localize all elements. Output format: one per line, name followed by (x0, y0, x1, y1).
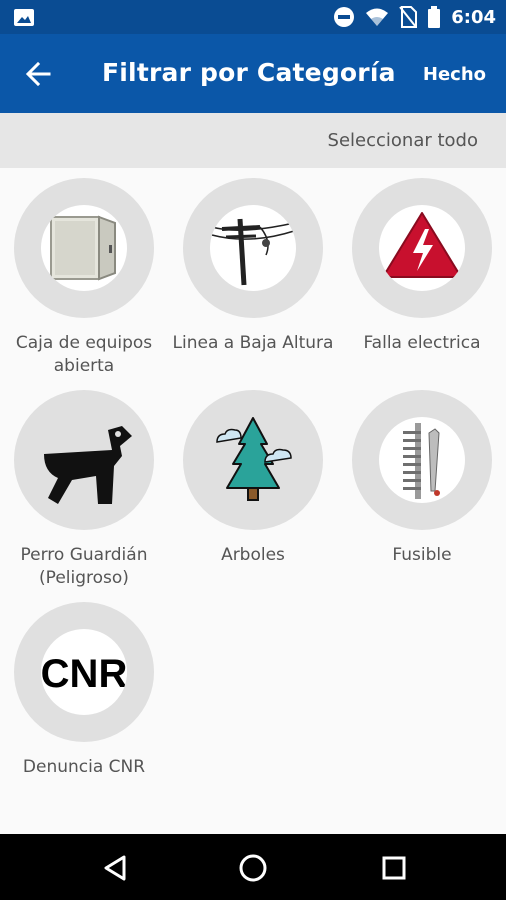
category-label: Linea a Baja Altura (172, 333, 334, 353)
nav-home-icon (239, 854, 267, 882)
done-button[interactable]: Hecho (423, 64, 486, 85)
navigation-bar (0, 834, 506, 900)
nav-recents-icon (382, 856, 406, 880)
wifi-icon (366, 8, 389, 26)
category-label: Perro Guardián (Peligroso) (20, 545, 148, 588)
no-sim-icon (399, 6, 418, 28)
category-item-cnr-complaint[interactable]: CNR Denuncia CNR (0, 602, 168, 779)
cnr-logo-icon: CNR (41, 649, 127, 696)
category-label: Falla electrica (363, 333, 481, 353)
category-item-electrical-hazard[interactable]: Falla electrica (338, 178, 506, 355)
do-not-disturb-icon (334, 7, 355, 27)
category-circle (352, 178, 492, 318)
category-circle: CNR (14, 602, 154, 742)
category-circle (183, 390, 323, 530)
guard-dog-icon (44, 426, 132, 504)
low-power-line-icon (211, 218, 295, 286)
back-button[interactable] (16, 54, 60, 94)
svg-text:CNR: CNR (41, 652, 127, 696)
screen: 6:04 Filtrar por Categoría Hecho Selecci… (0, 0, 506, 900)
category-circle (14, 178, 154, 318)
category-circle (352, 390, 492, 530)
category-item-low-power-line[interactable]: Linea a Baja Altura (169, 178, 337, 355)
page-title: Filtrar por Categoría (102, 58, 396, 87)
electrical-hazard-icon (382, 212, 462, 278)
category-label: Arboles (221, 545, 285, 565)
fuse-icon (403, 423, 440, 499)
category-item-guard-dog[interactable]: Perro Guardián (Peligroso) (0, 390, 168, 590)
category-circle (183, 178, 323, 318)
category-item-fuse[interactable]: Fusible (338, 390, 506, 567)
nav-home-button[interactable] (236, 851, 270, 885)
nav-recents-button[interactable] (377, 851, 411, 885)
tree-icon (216, 417, 292, 501)
toolbar: Filtrar por Categoría Hecho (0, 34, 506, 113)
category-item-equipment-box[interactable]: Caja de equipos abierta (0, 178, 168, 378)
category-label: Fusible (392, 545, 452, 565)
category-item-trees[interactable]: Arboles (169, 390, 337, 567)
nav-back-icon (104, 855, 126, 881)
nav-back-button[interactable] (98, 851, 132, 885)
image-icon (14, 9, 34, 26)
battery-icon (428, 6, 441, 28)
select-all-button[interactable]: Seleccionar todo (328, 130, 478, 151)
back-arrow-icon (25, 61, 51, 87)
select-all-bar: Seleccionar todo (0, 113, 506, 168)
status-bar: 6:04 (0, 0, 506, 34)
equipment-box-icon (50, 215, 116, 281)
category-circle (14, 390, 154, 530)
category-label: Caja de equipos abierta (15, 333, 153, 376)
category-label: Denuncia CNR (22, 757, 146, 777)
status-time: 6:04 (451, 6, 496, 28)
